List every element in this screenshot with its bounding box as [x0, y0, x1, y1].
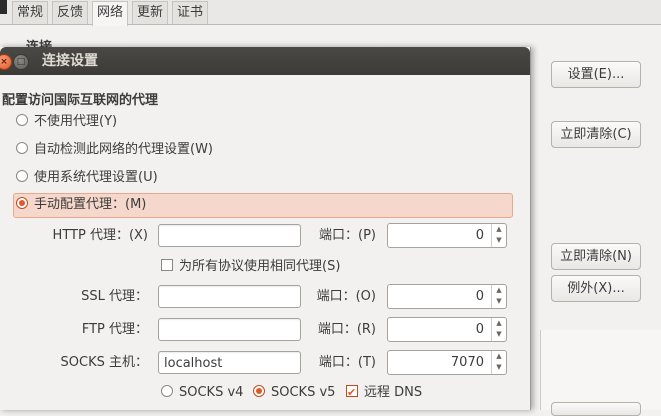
radio-button-selected[interactable] [253, 385, 265, 397]
socks-v4-option[interactable]: SOCKS v4 [161, 383, 243, 403]
tab-bar: 常规 反馈 网络 更新 证书 [0, 0, 661, 26]
ssl-proxy-input[interactable] [158, 285, 301, 308]
dialog-titlebar: × □ 连接设置 [0, 47, 530, 75]
radio-label: 自动检测此网络的代理设置(W) [34, 142, 213, 157]
spin-arrows-icon[interactable]: ▲ ▼ [491, 351, 506, 374]
connection-settings-dialog: × □ 连接设置 配置访问国际互联网的代理 不使用代理(Y) 自动检测此网络的代… [0, 47, 531, 410]
tab-updates[interactable]: 更新 [132, 1, 169, 24]
ssl-proxy-label: SSL 代理： [81, 289, 148, 304]
exceptions-button[interactable]: 例外(X)... [551, 275, 641, 302]
port-value: 0 [475, 228, 484, 243]
ftp-port-spinner[interactable]: 0 ▲ ▼ [387, 317, 507, 342]
radio-button[interactable] [16, 114, 28, 126]
same-proxy-checkbox-row[interactable]: 为所有协议使用相同代理(S) [161, 257, 340, 277]
socks-port-spinner[interactable]: 7070 ▲ ▼ [387, 350, 507, 375]
partial-button[interactable] [551, 402, 641, 416]
radio-label: 手动配置代理：(M) [34, 197, 147, 212]
ftp-proxy-label: FTP 代理： [81, 322, 148, 337]
remote-dns-checkbox[interactable] [346, 383, 358, 403]
radio-label: 不使用代理(Y) [34, 114, 118, 129]
radio-label: 使用系统代理设置(U) [34, 170, 158, 185]
radio-button[interactable] [16, 142, 28, 154]
radio-auto-detect[interactable]: 自动检测此网络的代理设置(W) [16, 140, 213, 160]
remote-dns-option[interactable]: 远程 DNS [346, 383, 422, 403]
dialog-title: 连接设置 [42, 53, 98, 69]
same-proxy-label: 为所有协议使用相同代理(S) [179, 259, 341, 274]
minimize-icon[interactable]: □ [13, 54, 29, 70]
port-value: 0 [475, 289, 484, 304]
port-value: 7070 [450, 355, 484, 370]
spin-arrows-icon[interactable]: ▲ ▼ [491, 224, 506, 247]
settings-button[interactable]: 设置(E)... [551, 61, 641, 88]
port-value: 0 [475, 322, 484, 337]
same-proxy-checkbox[interactable] [161, 259, 173, 271]
ssl-port-spinner[interactable]: 0 ▲ ▼ [387, 284, 507, 309]
tab-feedback[interactable]: 反馈 [52, 1, 89, 24]
http-proxy-input[interactable] [158, 224, 301, 247]
radio-system-proxy[interactable]: 使用系统代理设置(U) [16, 168, 158, 188]
radio-no-proxy[interactable]: 不使用代理(Y) [16, 112, 117, 132]
radio-button-selected[interactable] [16, 197, 28, 209]
socks-v5-option[interactable]: SOCKS v5 [253, 383, 335, 403]
http-port-label: 端口：(P) [319, 228, 376, 243]
http-port-spinner[interactable]: 0 ▲ ▼ [387, 223, 507, 248]
socks-v5-label: SOCKS v5 [271, 385, 336, 400]
ssl-port-label: 端口：(O) [316, 289, 376, 304]
radio-manual-proxy[interactable]: 手动配置代理：(M) [16, 195, 146, 215]
proxy-section-heading: 配置访问国际互联网的代理 [2, 93, 159, 108]
close-icon[interactable]: × [0, 54, 12, 70]
remote-dns-label: 远程 DNS [364, 385, 423, 400]
clear-offline-button[interactable]: 立即清除(N) [551, 243, 641, 270]
tab-network[interactable]: 网络 [92, 1, 129, 26]
tab-general[interactable]: 常规 [12, 1, 49, 24]
socks-host-label: SOCKS 主机： [60, 355, 148, 370]
tab-certificates[interactable]: 证书 [172, 1, 209, 24]
http-proxy-label: HTTP 代理：(X) [52, 228, 148, 243]
spin-arrows-icon[interactable]: ▲ ▼ [491, 318, 506, 341]
ftp-port-label: 端口：(R) [317, 322, 376, 337]
spin-arrows-icon[interactable]: ▲ ▼ [491, 285, 506, 308]
socks-v4-label: SOCKS v4 [179, 385, 244, 400]
socks-port-label: 端口：(T) [318, 355, 376, 370]
radio-button[interactable] [161, 385, 173, 397]
radio-button[interactable] [16, 170, 28, 182]
offline-list-panel [540, 330, 661, 410]
ftp-proxy-input[interactable] [158, 318, 301, 341]
window-edge [0, 0, 7, 14]
clear-cache-button[interactable]: 立即清除(C) [551, 121, 641, 148]
socks-host-input[interactable]: localhost [158, 351, 301, 374]
